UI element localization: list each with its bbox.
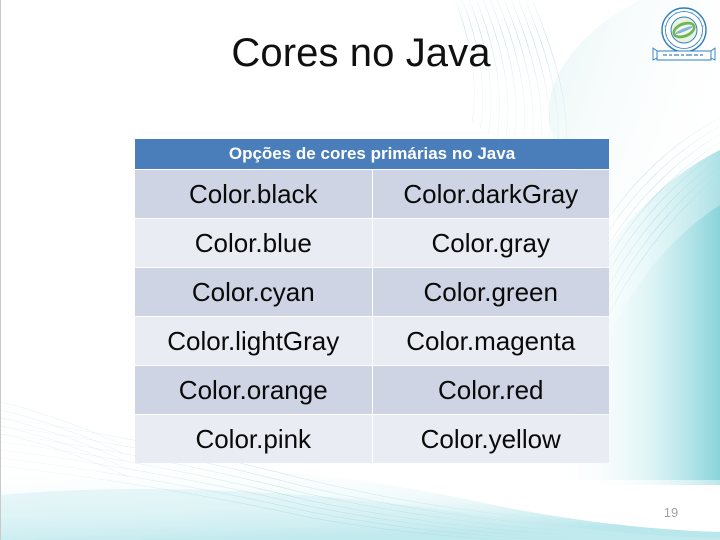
color-constant-cell: Color.black: [135, 170, 372, 218]
table-row: Color.lightGray Color.magenta: [135, 317, 609, 365]
color-constant-cell: Color.magenta: [372, 317, 609, 365]
color-constant-cell: Color.yellow: [372, 415, 609, 463]
color-constant-cell: Color.pink: [135, 415, 372, 463]
color-constant-cell: Color.green: [372, 268, 609, 316]
color-constant-cell: Color.cyan: [135, 268, 372, 316]
table-row: Color.pink Color.yellow: [135, 415, 609, 463]
table-row: Color.blue Color.gray: [135, 219, 609, 267]
color-constant-cell: Color.gray: [372, 219, 609, 267]
table-row: Color.cyan Color.green: [135, 268, 609, 316]
color-constant-cell: Color.lightGray: [135, 317, 372, 365]
table-body: Color.black Color.darkGray Color.blue Co…: [135, 170, 609, 463]
table-row: Color.black Color.darkGray: [135, 170, 609, 218]
table-header-title: Opções de cores primárias no Java: [135, 139, 609, 169]
color-constant-cell: Color.red: [372, 366, 609, 414]
color-constant-cell: Color.darkGray: [372, 170, 609, 218]
slide-number: 19: [663, 505, 679, 520]
table-header-row: Opções de cores primárias no Java: [135, 139, 609, 169]
table-row: Color.orange Color.red: [135, 366, 609, 414]
color-constant-cell: Color.orange: [135, 366, 372, 414]
presentation-slide: Cores no Java Opções de cores primárias …: [0, 0, 720, 540]
page-title: Cores no Java: [231, 31, 491, 75]
color-options-table: Opções de cores primárias no Java Color.…: [134, 138, 610, 464]
color-constant-cell: Color.blue: [135, 219, 372, 267]
